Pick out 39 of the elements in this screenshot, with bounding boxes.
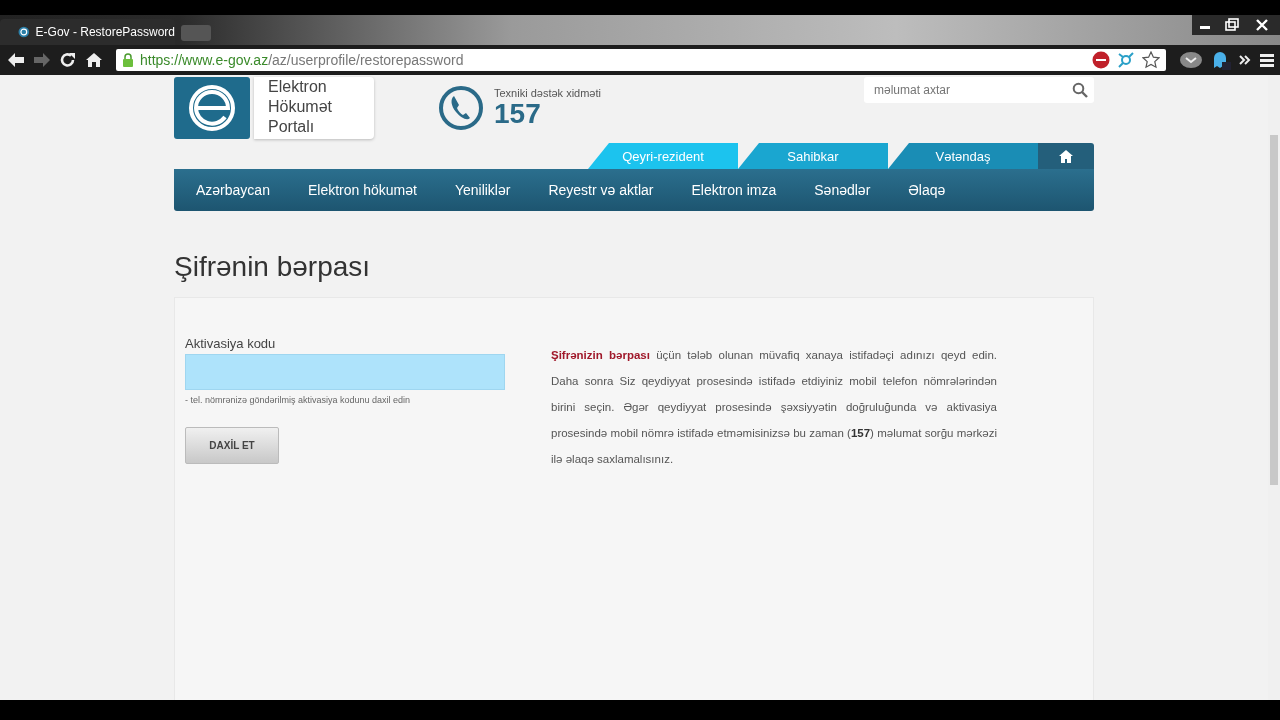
field-hint: - tel. nömrənizə göndərilmiş aktivasiya kodunu daxil edin: [185, 395, 411, 405]
info-paragraph: Şifrənizin bərpası üçün tələb olunan müvafiq xanaya istifadəçi adınızı qeyd edin. Daha sonra Siz qeydiyyat prosesində istifadə etdiyiniz mobil telefon nömrələrindən birini seçin. Əgər qeydiyyat prosesində şəxsiyyətin doğruluğunda və aktivasiya prosesində mobil nömrə istifadə etməmisinizsə bu zaman (157) məlumat sorğu mərkəzi ilə əlaqə saxlamalısınız.: [551, 348, 997, 467]
audience-tab[interactable]: Vətəndaş: [888, 143, 1038, 169]
tab-title: E-Gov - RestorePassword: [35, 25, 175, 39]
logo-text: Elektron Hökumət Portalı: [254, 77, 374, 139]
support-number: 157: [494, 99, 542, 129]
support-label: Texniki dəstək xidməti: [494, 87, 601, 99]
forward-icon[interactable]: [32, 51, 52, 69]
nav-item[interactable]: Əlaqə: [908, 182, 946, 198]
scrollbar[interactable]: [1268, 75, 1280, 700]
nav-item[interactable]: Azərbaycan: [196, 182, 270, 198]
phone-icon: [436, 86, 486, 130]
star-icon[interactable]: [1142, 51, 1160, 69]
address-bar[interactable]: https://www.e-gov.az/az/userprofile/restorepassword: [116, 49, 1166, 71]
home-icon[interactable]: [84, 51, 104, 69]
network-icon[interactable]: [1116, 51, 1136, 69]
reload-icon[interactable]: [58, 51, 78, 69]
nav-item[interactable]: Elektron imza: [691, 182, 777, 198]
browser-tab[interactable]: E-Gov - RestorePassword: [0, 19, 175, 45]
home-icon: [1058, 149, 1074, 163]
stop-sign-icon[interactable]: [1092, 51, 1110, 69]
globe-icon: [18, 26, 30, 38]
nav-item[interactable]: Yeniliklər: [454, 182, 511, 198]
chevron-icon[interactable]: [1178, 51, 1204, 69]
submit-button[interactable]: DAXİL ET: [185, 427, 279, 464]
search-bar[interactable]: məlumat axtar: [864, 77, 1094, 103]
search-field[interactable]: məlumat axtar: [872, 82, 1072, 98]
logo-icon[interactable]: [174, 77, 250, 139]
activation-code-field[interactable]: [185, 354, 505, 390]
lock-icon: [122, 53, 134, 67]
menu-icon[interactable]: [1258, 51, 1276, 69]
back-icon[interactable]: [6, 51, 26, 69]
nav-item[interactable]: Reyestr və aktlar: [548, 182, 654, 198]
home-button[interactable]: [1038, 143, 1094, 169]
search-icon[interactable]: [1072, 82, 1088, 98]
nav-item[interactable]: Sənədlər: [814, 182, 871, 198]
page-title: Şifrənin bərpası: [174, 251, 372, 283]
field-label: Aktivasiya kodu: [185, 336, 276, 351]
nav-item[interactable]: Elektron hökumət: [307, 182, 417, 198]
